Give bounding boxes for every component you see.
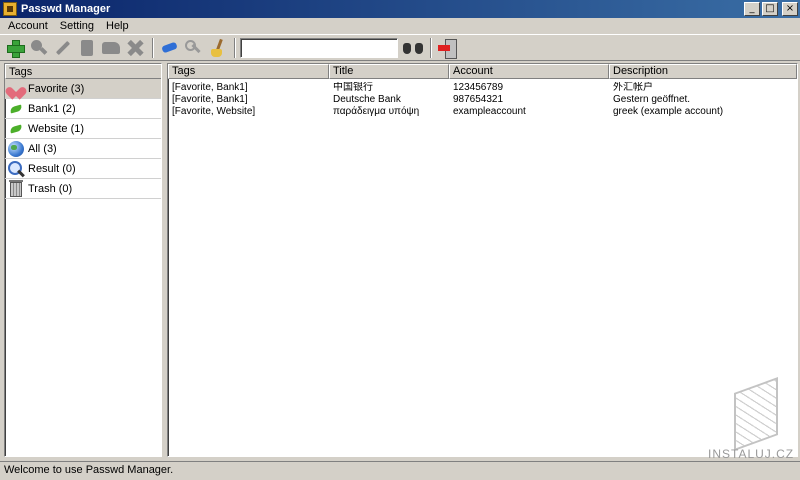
minimize-button[interactable]: _ <box>744 2 760 16</box>
status-bar: Welcome to use Passwd Manager. <box>0 461 800 480</box>
cell-description: greek (example account) <box>613 106 724 117</box>
tag-item-all[interactable]: All (3) <box>5 139 161 159</box>
tag-item-website[interactable]: Website (1) <box>5 119 161 139</box>
cell-title: 中国银行 <box>333 82 373 93</box>
copy-button[interactable] <box>76 37 98 59</box>
eraser-button[interactable] <box>158 37 180 59</box>
toolbar-separator <box>234 37 236 58</box>
column-header-account[interactable]: Account <box>449 64 609 79</box>
window-controls: _ □ × <box>744 2 798 16</box>
add-icon <box>7 39 25 58</box>
table-row[interactable]: [Favorite, Bank1] 中国银行 123456789 外汇帐户 <box>168 82 797 94</box>
heart-icon <box>9 82 23 95</box>
accounts-table: Tags Title Account Description [Favorite… <box>167 63 798 457</box>
tag-label: Result (0) <box>28 162 76 175</box>
cell-tags: [Favorite, Website] <box>172 106 256 117</box>
tags-header: Tags <box>5 64 161 79</box>
edit-icon <box>55 40 71 55</box>
toolbar <box>0 34 800 61</box>
menu-bar: Account Setting Help <box>0 18 800 34</box>
copy-icon <box>81 39 93 56</box>
tag-item-result[interactable]: Result (0) <box>5 159 161 179</box>
table-row[interactable]: [Favorite, Website] παράδειγμα υπόψη exa… <box>168 106 797 118</box>
delete-button[interactable] <box>124 37 146 59</box>
tag-label: Trash (0) <box>28 182 73 195</box>
key-icon <box>185 39 201 56</box>
tag-label: Favorite (3) <box>28 82 85 95</box>
watermark-text: INSTALUJ.CZ <box>708 447 795 461</box>
find-button[interactable] <box>28 37 50 59</box>
tag-item-bank1[interactable]: Bank1 (2) <box>5 99 161 119</box>
table-row[interactable]: [Favorite, Bank1] Deutsche Bank 98765432… <box>168 94 797 106</box>
cell-account: 123456789 <box>453 82 504 93</box>
binoculars-icon <box>403 41 423 55</box>
toolbar-separator <box>430 37 432 58</box>
exit-icon <box>438 38 457 59</box>
watermark-logo-icon <box>734 376 778 452</box>
globe-icon <box>8 140 24 157</box>
paste-icon <box>102 41 120 54</box>
tag-label: Bank1 (2) <box>28 102 76 115</box>
paste-button[interactable] <box>100 37 122 59</box>
eraser-icon <box>160 41 178 54</box>
cell-account: 987654321 <box>453 94 504 105</box>
edit-button[interactable] <box>52 37 74 59</box>
table-header: Tags Title Account Description <box>168 64 797 79</box>
cell-tags: [Favorite, Bank1] <box>172 94 248 105</box>
search-button[interactable] <box>402 37 424 59</box>
delete-icon <box>127 40 143 56</box>
cell-tags: [Favorite, Bank1] <box>172 82 248 93</box>
cell-description: Gestern geöffnet. <box>613 94 691 105</box>
cell-title: παράδειγμα υπόψη <box>333 106 420 117</box>
add-account-button[interactable] <box>4 37 26 59</box>
key-button[interactable] <box>182 37 204 59</box>
maximize-button[interactable]: □ <box>762 2 778 16</box>
cell-title: Deutsche Bank <box>333 94 401 105</box>
menu-account[interactable]: Account <box>2 19 54 33</box>
menu-setting[interactable]: Setting <box>54 19 100 33</box>
column-header-tags[interactable]: Tags <box>168 64 329 79</box>
clean-button[interactable] <box>206 37 228 59</box>
close-button[interactable]: × <box>782 2 798 16</box>
broom-icon <box>209 39 225 57</box>
search-icon <box>8 160 24 177</box>
tags-panel: Tags Favorite (3) Bank1 (2) Website (1) … <box>4 63 162 457</box>
tag-label: Website (1) <box>28 122 85 135</box>
trash-icon <box>9 180 23 197</box>
tag-item-trash[interactable]: Trash (0) <box>5 179 161 199</box>
tag-label: All (3) <box>28 142 57 155</box>
tag-item-favorite[interactable]: Favorite (3) <box>5 79 161 99</box>
search-input[interactable] <box>240 37 398 58</box>
exit-button[interactable] <box>436 37 458 59</box>
menu-help[interactable]: Help <box>100 19 135 33</box>
leaf-icon <box>9 104 23 113</box>
window-title: Passwd Manager <box>21 3 111 15</box>
watermark: INSTALUJ.CZ <box>708 376 796 465</box>
app-icon <box>3 2 17 16</box>
column-header-title[interactable]: Title <box>329 64 449 79</box>
find-icon <box>31 39 47 56</box>
toolbar-separator <box>152 37 154 58</box>
cell-account: exampleaccount <box>453 106 526 117</box>
column-header-description[interactable]: Description <box>609 64 797 79</box>
title-bar: Passwd Manager _ □ × <box>0 0 800 18</box>
leaf-icon <box>9 124 23 133</box>
cell-description: 外汇帐户 <box>613 82 653 93</box>
